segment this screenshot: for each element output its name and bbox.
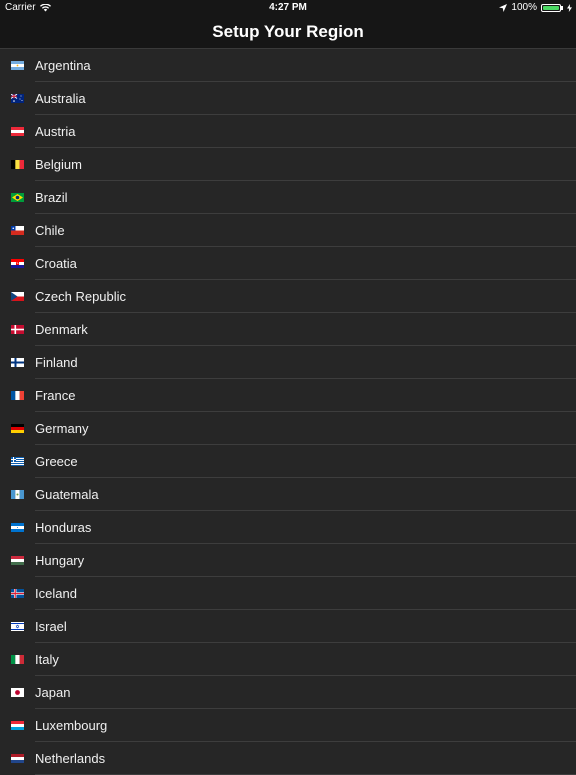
list-item-denmark[interactable]: Denmark [0,313,576,346]
greece-flag-icon [11,457,24,466]
list-item-czech-republic[interactable]: Czech Republic [0,280,576,313]
list-item-australia[interactable]: Australia [0,82,576,115]
navigation-bar: Setup Your Region [0,16,576,49]
country-name: Croatia [35,256,77,271]
list-item-luxembourg[interactable]: Luxembourg [0,709,576,742]
list-item-netherlands[interactable]: Netherlands [0,742,576,775]
japan-flag-icon [11,688,24,697]
list-item-france[interactable]: France [0,379,576,412]
list-item-germany[interactable]: Germany [0,412,576,445]
charging-bolt-icon [567,3,572,12]
list-item-chile[interactable]: Chile [0,214,576,247]
list-item-argentina[interactable]: Argentina [0,49,576,82]
italy-flag-icon [11,655,24,664]
finland-flag-icon [11,358,24,367]
list-item-finland[interactable]: Finland [0,346,576,379]
denmark-flag-icon [11,325,24,334]
list-item-israel[interactable]: Israel [0,610,576,643]
country-name: Guatemala [35,487,99,502]
country-name: Israel [35,619,67,634]
guatemala-flag-icon [11,490,24,499]
country-name: Japan [35,685,71,700]
czech-flag-icon [11,292,24,301]
country-name: Germany [35,421,89,436]
country-name: Iceland [35,586,77,601]
country-name: Austria [35,124,76,139]
country-name: Chile [35,223,65,238]
luxembourg-flag-icon [11,721,24,730]
austria-flag-icon [11,127,24,136]
country-name: Italy [35,652,59,667]
country-name: Czech Republic [35,289,127,304]
clock: 4:27 PM [269,2,307,13]
region-list[interactable]: Argentina Australia Austria Belgium Braz… [0,49,576,775]
country-name: Brazil [35,190,68,205]
country-name: Argentina [35,58,91,73]
germany-flag-icon [11,424,24,433]
page-title: Setup Your Region [212,22,364,41]
status-right: 100% [499,2,572,13]
list-item-austria[interactable]: Austria [0,115,576,148]
location-arrow-icon [499,3,508,12]
list-item-japan[interactable]: Japan [0,676,576,709]
battery-icon [541,3,561,12]
list-item-brazil[interactable]: Brazil [0,181,576,214]
list-item-greece[interactable]: Greece [0,445,576,478]
status-bar: Carrier 4:27 PM 100% [0,0,576,16]
country-name: Denmark [35,322,88,337]
country-name: Belgium [35,157,82,172]
iceland-flag-icon [11,589,24,598]
hungary-flag-icon [11,556,24,565]
list-item-guatemala[interactable]: Guatemala [0,478,576,511]
netherlands-flag-icon [11,754,24,763]
country-name: Greece [35,454,78,469]
croatia-flag-icon [11,259,24,268]
country-name: France [35,388,76,403]
country-name: Luxembourg [35,718,108,733]
list-item-italy[interactable]: Italy [0,643,576,676]
australia-flag-icon [11,94,24,103]
battery-percent: 100% [511,2,537,13]
list-item-belgium[interactable]: Belgium [0,148,576,181]
country-name: Hungary [35,553,85,568]
chile-flag-icon [11,226,24,235]
israel-flag-icon [11,622,24,631]
argentina-flag-icon [11,61,24,70]
france-flag-icon [11,391,24,400]
list-item-honduras[interactable]: Honduras [0,511,576,544]
honduras-flag-icon [11,523,24,532]
country-name: Australia [35,91,86,106]
country-name: Netherlands [35,751,106,766]
brazil-flag-icon [11,193,24,202]
country-name: Finland [35,355,78,370]
list-item-hungary[interactable]: Hungary [0,544,576,577]
list-item-iceland[interactable]: Iceland [0,577,576,610]
list-item-croatia[interactable]: Croatia [0,247,576,280]
country-name: Honduras [35,520,92,535]
belgium-flag-icon [11,160,24,169]
